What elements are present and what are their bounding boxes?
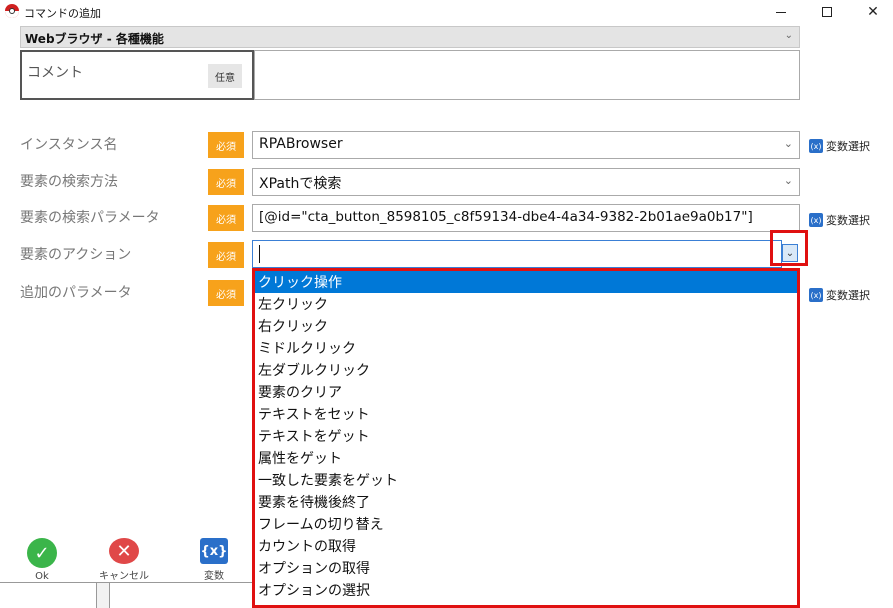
chevron-down-icon: ⌄ bbox=[784, 30, 793, 41]
option-item[interactable]: オプションの選択 bbox=[255, 579, 797, 601]
variable-icon: (x) bbox=[809, 213, 823, 227]
option-item[interactable]: カウントの取得 bbox=[255, 535, 797, 557]
ok-label: Ok bbox=[35, 571, 49, 582]
cancel-button[interactable]: ✕ キャンセル bbox=[94, 538, 154, 582]
close-icon: ✕ bbox=[867, 4, 879, 20]
chevron-down-icon: ⌄ bbox=[783, 137, 793, 150]
ok-button[interactable]: ✓ Ok bbox=[12, 538, 72, 582]
required-badge: 必須 bbox=[208, 132, 244, 158]
close-button[interactable]: ✕ bbox=[850, 0, 893, 24]
option-item[interactable]: フレームの切り替え bbox=[255, 513, 797, 535]
comment-label-box: コメント 任意 bbox=[20, 50, 254, 100]
optional-badge: 任意 bbox=[208, 64, 242, 88]
x-icon: ✕ bbox=[109, 538, 139, 564]
option-item[interactable]: クリック操作 bbox=[255, 271, 797, 293]
variable-button[interactable]: {x} 変数 bbox=[184, 538, 244, 582]
option-item[interactable]: オプションの取得 bbox=[255, 557, 797, 579]
required-badge: 必須 bbox=[208, 169, 244, 195]
option-item[interactable]: ミドルクリック bbox=[255, 337, 797, 359]
app-icon bbox=[5, 4, 19, 18]
required-badge: 必須 bbox=[208, 205, 244, 231]
instance-dropdown[interactable]: RPABrowser ⌄ bbox=[252, 131, 800, 159]
action-options-list: クリック操作 左クリック 右クリック ミドルクリック 左ダブルクリック 要素のク… bbox=[252, 268, 800, 608]
variable-icon: {x} bbox=[200, 538, 228, 564]
search-param-value: [@id="cta_button_8598105_c8f59134-dbe4-4… bbox=[259, 209, 753, 225]
option-item[interactable]: 右クリック bbox=[255, 315, 797, 337]
search-param-var-select-button[interactable]: (x) 変数選択 bbox=[809, 212, 870, 228]
category-dropdown[interactable]: Webブラウザ - 各種機能 ⌄ bbox=[20, 26, 800, 48]
search-method-dropdown[interactable]: XPathで検索 ⌄ bbox=[252, 168, 800, 196]
maximize-icon bbox=[822, 7, 832, 17]
variable-icon: (x) bbox=[809, 139, 823, 153]
search-method-value: XPathで検索 bbox=[259, 176, 342, 192]
extra-param-label: 追加のパラメータ bbox=[20, 285, 132, 301]
variable-icon: (x) bbox=[809, 288, 823, 302]
required-badge: 必須 bbox=[208, 242, 244, 268]
option-item[interactable]: 属性をゲット bbox=[255, 447, 797, 469]
var-select-label: 変数選択 bbox=[826, 214, 870, 227]
comment-input[interactable] bbox=[254, 50, 800, 100]
title-bar: コマンドの追加 ✕ bbox=[0, 0, 893, 24]
instance-value: RPABrowser bbox=[259, 136, 343, 152]
maximize-button[interactable] bbox=[804, 0, 850, 24]
option-item[interactable]: 要素のクリア bbox=[255, 381, 797, 403]
instance-label: インスタンス名 bbox=[20, 137, 118, 153]
option-item[interactable]: テキストをゲット bbox=[255, 425, 797, 447]
extra-param-var-select-button[interactable]: (x) 変数選択 bbox=[809, 287, 870, 303]
divider bbox=[0, 582, 252, 583]
option-item[interactable]: テキストをセット bbox=[255, 403, 797, 425]
comment-label: コメント bbox=[27, 65, 83, 81]
required-badge: 必須 bbox=[208, 280, 244, 306]
check-icon: ✓ bbox=[27, 538, 57, 568]
instance-var-select-button[interactable]: (x) 変数選択 bbox=[809, 138, 870, 154]
action-label: 要素のアクション bbox=[20, 247, 132, 263]
text-caret bbox=[259, 245, 260, 263]
var-select-label: 変数選択 bbox=[826, 289, 870, 302]
cancel-label: キャンセル bbox=[99, 571, 149, 582]
var-select-label: 変数選択 bbox=[826, 140, 870, 153]
minimize-button[interactable] bbox=[758, 0, 804, 24]
search-method-label: 要素の検索方法 bbox=[20, 174, 118, 190]
variable-label: 変数 bbox=[204, 571, 224, 582]
option-item[interactable]: 一致した要素をゲット bbox=[255, 469, 797, 491]
scrollbar-fragment bbox=[96, 583, 110, 608]
chevron-down-icon: ⌄ bbox=[783, 174, 793, 187]
option-item[interactable]: 要素を待機後終了 bbox=[255, 491, 797, 513]
category-value: Webブラウザ - 各種機能 bbox=[25, 32, 164, 46]
search-param-input[interactable]: [@id="cta_button_8598105_c8f59134-dbe4-4… bbox=[252, 204, 800, 232]
minimize-icon bbox=[776, 11, 786, 13]
highlight-frame bbox=[770, 230, 808, 266]
option-item[interactable]: 左ダブルクリック bbox=[255, 359, 797, 381]
search-param-label: 要素の検索パラメータ bbox=[20, 210, 160, 226]
action-dropdown[interactable] bbox=[252, 240, 782, 268]
option-item[interactable]: 左クリック bbox=[255, 293, 797, 315]
window-title: コマンドの追加 bbox=[24, 7, 101, 20]
